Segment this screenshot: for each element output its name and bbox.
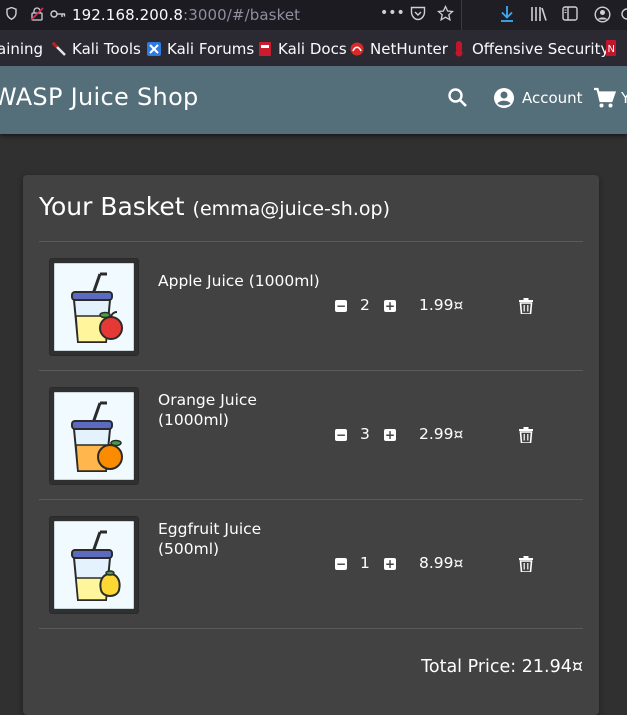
bookmark-star-icon[interactable]: [436, 4, 455, 26]
bookmark-label: aining: [0, 40, 44, 58]
basket-row: Apple Juice (1000ml) − 2 + 1.99¤: [39, 242, 583, 371]
divider: [39, 628, 583, 629]
search-icon[interactable]: [446, 86, 470, 110]
increase-quantity-button[interactable]: +: [384, 300, 396, 312]
product-name: Eggfruit Juice (500ml): [158, 519, 261, 559]
bookmark-label: Kali Docs: [278, 40, 347, 58]
apple-juice-icon: [71, 272, 123, 343]
product-image-inner: [54, 521, 134, 609]
kali-docs-icon: [258, 42, 272, 56]
bookmark-offensive-security[interactable]: Offensive Security: [452, 40, 609, 58]
url-host: 192.168.200.8: [72, 6, 184, 24]
product-name-line: Apple Juice (1000ml): [158, 272, 320, 290]
cart-icon: [593, 86, 617, 110]
key-icon[interactable]: [50, 8, 66, 24]
page-actions-icon[interactable]: •••: [380, 5, 405, 21]
increase-quantity-button[interactable]: +: [384, 429, 396, 441]
downloads-icon[interactable]: [499, 5, 515, 27]
account-button[interactable]: Account: [492, 86, 583, 110]
quantity-value: 3: [360, 425, 370, 443]
bookmark-overflow[interactable]: N: [604, 40, 618, 56]
bookmark-kali-docs[interactable]: Kali Docs: [258, 40, 347, 58]
delete-icon[interactable]: [519, 427, 533, 444]
url-text[interactable]: 192.168.200.8:3000/#/basket: [72, 6, 300, 24]
product-image-inner: [54, 263, 134, 351]
browser-toolbar: 192.168.200.8:3000/#/basket •••: [0, 0, 627, 30]
sidebar-icon[interactable]: [562, 6, 578, 25]
cart-label: Y: [621, 89, 627, 107]
basket-card: Your Basket (emma@juice-sh.op) Apple Jui…: [23, 175, 599, 715]
shield-icon[interactable]: [6, 6, 17, 24]
basket-owner-email: (emma@juice-sh.op): [192, 198, 390, 220]
product-image: [49, 516, 139, 614]
bookmark-kali-forums[interactable]: Kali Forums: [147, 40, 254, 58]
basket-title: Your Basket (emma@juice-sh.op): [39, 192, 390, 221]
pocket-icon[interactable]: [410, 6, 426, 25]
product-image: [49, 387, 139, 485]
account-circle-icon[interactable]: [594, 6, 611, 27]
bookmark-kali-tools[interactable]: Kali Tools: [51, 40, 141, 58]
decrease-quantity-button[interactable]: −: [335, 300, 347, 312]
bookmark-label: Kali Forums: [167, 40, 255, 58]
url-path: :3000/#/basket: [183, 6, 301, 24]
decrease-quantity-button[interactable]: −: [335, 429, 347, 441]
url-field[interactable]: 192.168.200.8:3000/#/basket •••: [0, 0, 462, 30]
bookmark-label: NetHunter: [370, 40, 448, 58]
eggfruit-juice-icon: [71, 530, 121, 601]
bookmarks-bar: aining Kali Tools Kali Forums Kali Docs …: [0, 30, 627, 67]
product-image-inner: [54, 392, 134, 480]
bookmark-training[interactable]: aining: [0, 40, 43, 58]
product-name-line: (500ml): [158, 540, 220, 558]
basket-row: Eggfruit Juice (500ml) − 1 + 8.99¤: [39, 500, 583, 629]
insecure-lock-icon[interactable]: [30, 7, 44, 25]
product-name: Apple Juice (1000ml): [158, 271, 320, 291]
bookmark-label: Kali Tools: [72, 40, 141, 58]
product-name: Orange Juice (1000ml): [158, 390, 257, 430]
extension-icon[interactable]: [620, 6, 627, 26]
increase-quantity-button[interactable]: +: [384, 558, 396, 570]
basket-title-text: Your Basket: [39, 192, 185, 221]
orange-juice-icon: [71, 401, 123, 472]
delete-icon[interactable]: [519, 556, 533, 573]
kali-tools-icon: [51, 41, 66, 56]
product-price: 2.99¤: [419, 425, 464, 443]
bookmark-label: Offensive Security: [472, 40, 610, 58]
product-price: 1.99¤: [419, 296, 464, 314]
total-price: Total Price: 21.94¤: [421, 657, 583, 677]
delete-icon[interactable]: [519, 298, 533, 315]
svg-text:N: N: [608, 44, 615, 55]
decrease-quantity-button[interactable]: −: [335, 558, 347, 570]
product-name-line: Orange Juice: [158, 391, 257, 409]
product-image: [49, 258, 139, 356]
product-name-line: Eggfruit Juice: [158, 520, 262, 538]
quantity-value: 1: [360, 554, 370, 572]
library-icon[interactable]: [530, 6, 548, 26]
account-label: Account: [522, 89, 583, 107]
nethunter-icon: [350, 42, 364, 56]
bookmark-nethunter[interactable]: NetHunter: [350, 40, 448, 58]
quantity-value: 2: [360, 296, 370, 314]
account-circle-icon: [492, 86, 516, 110]
app-toolbar: WASP Juice Shop Account Y: [0, 66, 627, 134]
overflow-bookmark-icon: N: [604, 40, 618, 56]
offsec-icon: [452, 41, 466, 57]
product-name-line: (1000ml): [158, 411, 229, 429]
basket-row: Orange Juice (1000ml) − 3 + 2.99¤: [39, 371, 583, 500]
kali-forums-icon: [147, 42, 161, 56]
app-title[interactable]: WASP Juice Shop: [0, 83, 199, 111]
product-price: 8.99¤: [419, 554, 464, 572]
basket-button[interactable]: Y: [593, 86, 627, 110]
